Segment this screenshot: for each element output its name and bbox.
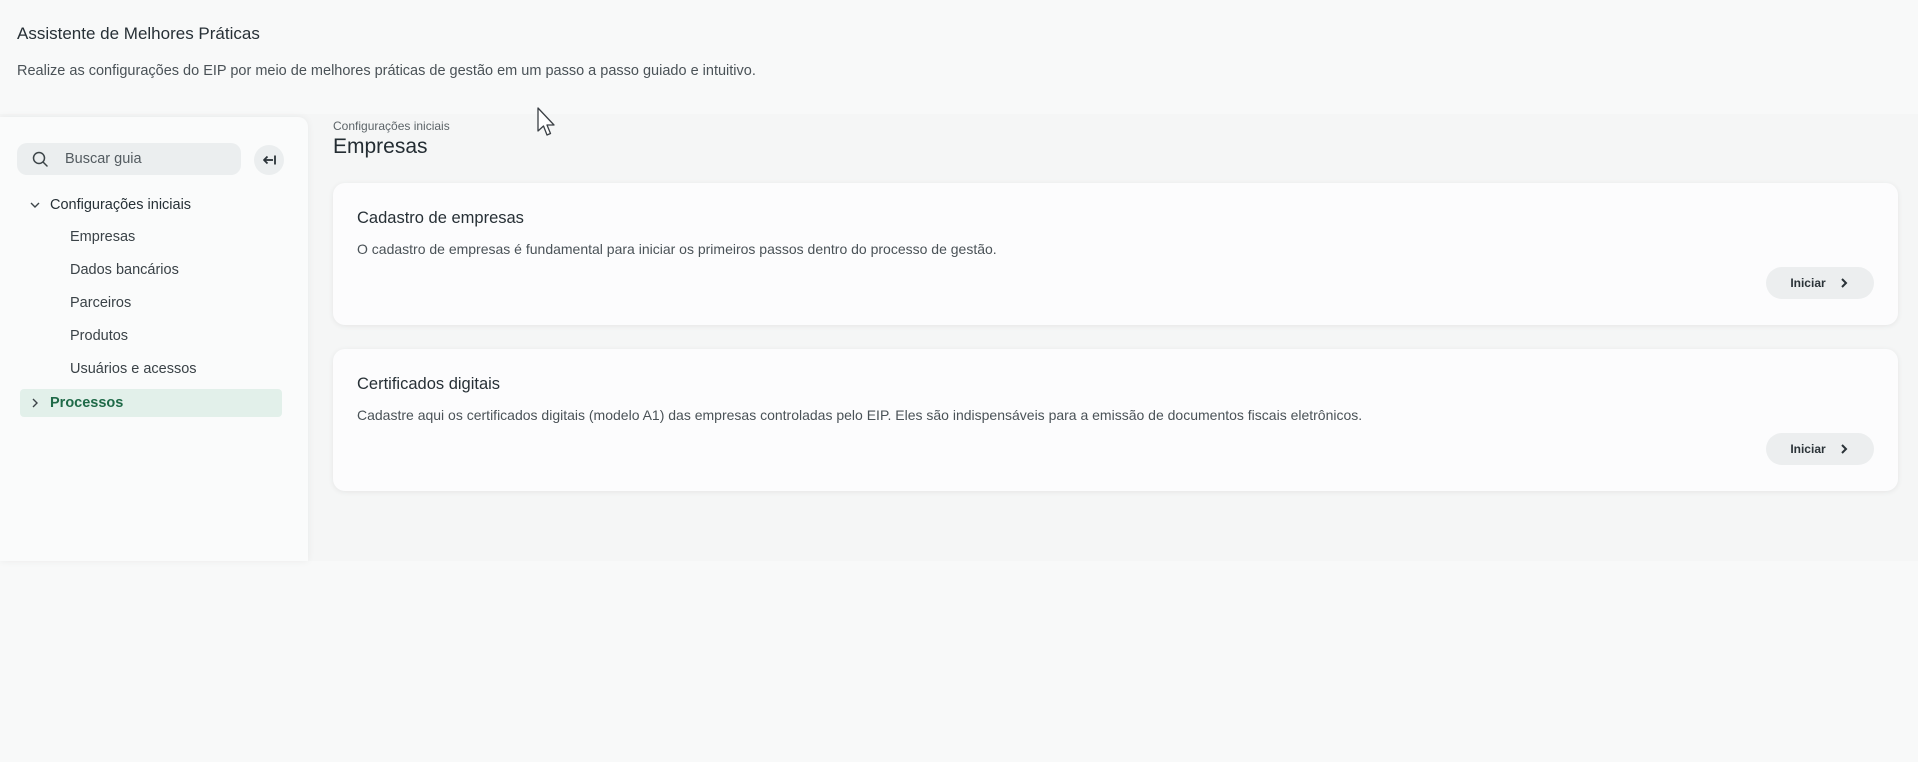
chevron-right-icon (32, 398, 38, 408)
guide-card-certificados-digitais: Certificados digitais Cadastre aqui os c… (333, 349, 1898, 491)
page-description: Realize as configurações do EIP por meio… (17, 63, 756, 79)
sidebar-item-dados-bancarios[interactable]: Dados bancários (70, 262, 179, 278)
mouse-cursor-icon (537, 107, 555, 136)
sidebar-item-parceiros[interactable]: Parceiros (70, 295, 131, 311)
guide-card-cadastro-de-empresas: Cadastro de empresas O cadastro de empre… (333, 183, 1898, 325)
card-description: O cadastro de empresas é fundamental par… (357, 241, 997, 257)
page-heading: Assistente de Melhores Práticas (17, 24, 260, 43)
search-icon (32, 151, 48, 167)
sidebar-item-empresas[interactable]: Empresas (70, 229, 135, 245)
search-input[interactable] (65, 143, 235, 175)
nav-group-label: Processos (50, 395, 124, 411)
guide-sidebar: Configurações iniciais Empresas Dados ba… (0, 117, 308, 561)
sidebar-item-usuarios-e-acessos[interactable]: Usuários e acessos (70, 361, 197, 377)
sidebar-item-produtos[interactable]: Produtos (70, 328, 128, 344)
start-button-label: Iniciar (1790, 276, 1826, 290)
breadcrumb: Configurações iniciais (333, 119, 450, 133)
start-button[interactable]: Iniciar (1766, 433, 1874, 465)
start-button-label: Iniciar (1790, 442, 1826, 456)
chevron-right-icon (1840, 278, 1848, 288)
start-button[interactable]: Iniciar (1766, 267, 1874, 299)
collapse-left-icon (263, 155, 276, 165)
collapse-sidebar-button[interactable] (254, 145, 284, 175)
card-title: Certificados digitais (357, 375, 501, 393)
nav-group-label: Configurações iniciais (50, 197, 192, 213)
section-title: Empresas (333, 135, 428, 158)
nav-group-configuracoes-iniciais[interactable]: Configurações iniciais (22, 192, 282, 218)
search-box (17, 143, 241, 175)
card-title: Cadastro de empresas (357, 209, 524, 227)
chevron-right-icon (1840, 444, 1848, 454)
card-description: Cadastre aqui os certificados digitais (… (357, 407, 1363, 423)
nav-group-processos[interactable]: Processos (20, 389, 282, 417)
chevron-down-icon (30, 202, 40, 208)
